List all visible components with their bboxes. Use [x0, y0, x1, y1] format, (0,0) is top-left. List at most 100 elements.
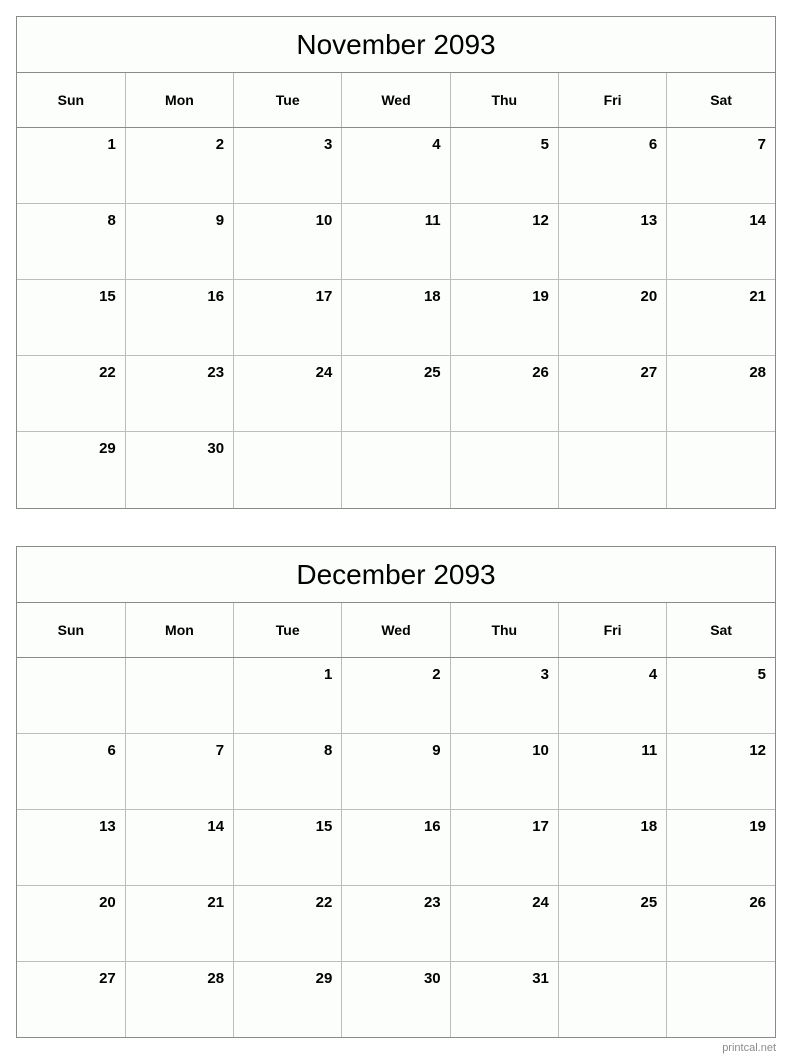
- day-cell[interactable]: 14: [666, 203, 775, 280]
- day-cell[interactable]: 10: [233, 203, 343, 280]
- day-cell-empty: [233, 431, 343, 508]
- day-cell[interactable]: 16: [341, 809, 451, 886]
- day-cell-empty: [558, 961, 668, 1037]
- day-cell[interactable]: 10: [450, 733, 559, 810]
- day-cell[interactable]: 31: [450, 961, 559, 1037]
- day-cell[interactable]: 8: [17, 203, 126, 280]
- day-cell[interactable]: 6: [558, 127, 668, 204]
- week-row: 29 30: [17, 431, 775, 508]
- day-cell[interactable]: 19: [666, 809, 775, 886]
- month-title-december: December 2093: [17, 546, 775, 603]
- month-title-november: November 2093: [17, 17, 775, 73]
- day-cell[interactable]: 9: [341, 733, 451, 810]
- weekday-header-wed: Wed: [341, 73, 451, 128]
- day-cell[interactable]: 27: [558, 355, 668, 432]
- day-cell[interactable]: 5: [450, 127, 559, 204]
- day-cell-empty: [666, 431, 775, 508]
- day-cell[interactable]: 1: [233, 657, 343, 734]
- day-cell[interactable]: 28: [125, 961, 235, 1037]
- day-cell-empty: [450, 431, 559, 508]
- day-cell[interactable]: 3: [233, 127, 343, 204]
- day-cell[interactable]: 11: [558, 733, 668, 810]
- weekday-header-sun: Sun: [17, 602, 126, 658]
- day-cell[interactable]: 18: [558, 809, 668, 886]
- day-cell[interactable]: 15: [17, 279, 126, 356]
- weekday-header-mon: Mon: [125, 73, 235, 128]
- day-cell[interactable]: 25: [341, 355, 451, 432]
- week-row: 1 2 3 4 5 6 7: [17, 127, 775, 204]
- day-cell[interactable]: 21: [125, 885, 235, 962]
- weekday-header-fri: Fri: [558, 73, 668, 128]
- day-cell[interactable]: 29: [233, 961, 343, 1037]
- calendar-grid-december: Sun Mon Tue Wed Thu Fri Sat 1 2 3 4 5 6 …: [17, 602, 775, 1037]
- day-cell[interactable]: 29: [17, 431, 126, 508]
- weekday-header-sun: Sun: [17, 73, 126, 128]
- day-cell-empty: [125, 657, 235, 734]
- day-cell[interactable]: 4: [558, 657, 668, 734]
- day-cell[interactable]: 6: [17, 733, 126, 810]
- day-cell[interactable]: 24: [233, 355, 343, 432]
- day-cell[interactable]: 28: [666, 355, 775, 432]
- day-cell[interactable]: 14: [125, 809, 235, 886]
- week-row: 1 2 3 4 5: [17, 657, 775, 734]
- week-row: 13 14 15 16 17 18 19: [17, 809, 775, 886]
- day-cell-empty: [341, 431, 451, 508]
- day-cell[interactable]: 12: [450, 203, 559, 280]
- month-block-november: November 2093 Sun Mon Tue Wed Thu Fri Sa…: [16, 16, 776, 509]
- day-cell-empty: [17, 657, 126, 734]
- day-cell[interactable]: 23: [125, 355, 235, 432]
- day-cell[interactable]: 21: [666, 279, 775, 356]
- day-cell[interactable]: 2: [341, 657, 451, 734]
- day-cell[interactable]: 3: [450, 657, 559, 734]
- week-row: 20 21 22 23 24 25 26: [17, 885, 775, 962]
- weekday-header-mon: Mon: [125, 602, 235, 658]
- weekday-header-wed: Wed: [341, 602, 451, 658]
- day-cell[interactable]: 17: [233, 279, 343, 356]
- day-cell[interactable]: 24: [450, 885, 559, 962]
- day-cell[interactable]: 11: [341, 203, 451, 280]
- day-cell[interactable]: 23: [341, 885, 451, 962]
- day-cell[interactable]: 13: [17, 809, 126, 886]
- day-cell[interactable]: 18: [341, 279, 451, 356]
- day-cell[interactable]: 25: [558, 885, 668, 962]
- weekday-header-tue: Tue: [233, 73, 343, 128]
- week-row: 22 23 24 25 26 27 28: [17, 355, 775, 432]
- weekday-header-fri: Fri: [558, 602, 668, 658]
- day-cell[interactable]: 26: [666, 885, 775, 962]
- week-row: 15 16 17 18 19 20 21: [17, 279, 775, 356]
- day-cell[interactable]: 16: [125, 279, 235, 356]
- day-cell[interactable]: 20: [558, 279, 668, 356]
- day-cell[interactable]: 26: [450, 355, 559, 432]
- day-cell[interactable]: 1: [17, 127, 126, 204]
- day-cell[interactable]: 12: [666, 733, 775, 810]
- day-cell[interactable]: 7: [666, 127, 775, 204]
- day-cell[interactable]: 4: [341, 127, 451, 204]
- site-footer-label: printcal.net: [722, 1042, 776, 1054]
- day-cell[interactable]: 20: [17, 885, 126, 962]
- weekday-header-row: Sun Mon Tue Wed Thu Fri Sat: [17, 73, 775, 128]
- day-cell-empty: [558, 431, 668, 508]
- day-cell[interactable]: 19: [450, 279, 559, 356]
- day-cell[interactable]: 22: [233, 885, 343, 962]
- week-row: 8 9 10 11 12 13 14: [17, 203, 775, 280]
- day-cell[interactable]: 9: [125, 203, 235, 280]
- weekday-header-row: Sun Mon Tue Wed Thu Fri Sat: [17, 602, 775, 658]
- day-cell[interactable]: 15: [233, 809, 343, 886]
- day-cell[interactable]: 2: [125, 127, 235, 204]
- weekday-header-thu: Thu: [450, 602, 559, 658]
- day-cell[interactable]: 27: [17, 961, 126, 1037]
- day-cell[interactable]: 13: [558, 203, 668, 280]
- day-cell[interactable]: 8: [233, 733, 343, 810]
- day-cell[interactable]: 30: [125, 431, 235, 508]
- day-cell[interactable]: 7: [125, 733, 235, 810]
- calendar-grid-november: Sun Mon Tue Wed Thu Fri Sat 1 2 3 4 5 6: [17, 73, 775, 508]
- day-cell[interactable]: 22: [17, 355, 126, 432]
- week-row: 27 28 29 30 31: [17, 961, 775, 1037]
- day-cell[interactable]: 5: [666, 657, 775, 734]
- weekday-header-sat: Sat: [666, 602, 775, 658]
- day-cell[interactable]: 17: [450, 809, 559, 886]
- weekday-header-tue: Tue: [233, 602, 343, 658]
- day-cell[interactable]: 30: [341, 961, 451, 1037]
- weekday-header-thu: Thu: [450, 73, 559, 128]
- month-block-december: December 2093 Sun Mon Tue Wed Thu Fri Sa…: [16, 545, 776, 1038]
